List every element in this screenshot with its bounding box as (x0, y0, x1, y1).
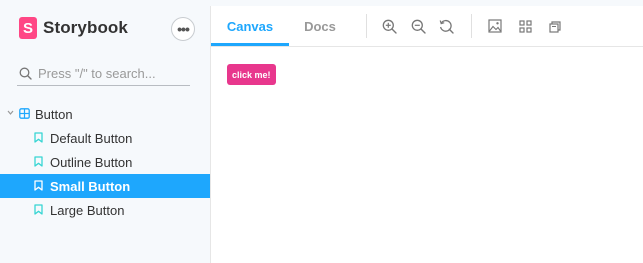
viewport-button[interactable] (546, 18, 562, 34)
grid-button[interactable] (517, 18, 533, 34)
reset-zoom-button[interactable] (438, 18, 454, 34)
viewport-icon (548, 20, 561, 33)
chevron-down-icon (7, 110, 14, 115)
bookmark-icon (34, 204, 43, 215)
storybook-logo-mark: S (19, 17, 37, 39)
preview-toolbar: Canvas Docs (211, 6, 643, 47)
sidebar-menu-button[interactable]: ••• (171, 17, 195, 41)
search-input[interactable] (38, 65, 188, 81)
grid-icon (518, 19, 532, 33)
story-item-outline-button[interactable]: Outline Button (0, 150, 210, 174)
tab-docs[interactable]: Docs (289, 6, 351, 46)
background-icon (488, 19, 502, 33)
bookmark-icon (34, 156, 43, 167)
demo-click-me-button[interactable]: click me! (227, 64, 276, 85)
bookmark-icon (34, 180, 43, 191)
storybook-logo-text: Storybook (43, 18, 128, 37)
zoom-in-icon (382, 19, 397, 34)
tree-group-button[interactable]: Button (0, 102, 210, 126)
story-canvas: click me! (211, 47, 643, 263)
toolbar-divider (471, 14, 472, 38)
story-item-label: Default Button (50, 131, 133, 146)
component-icon (19, 108, 30, 119)
storybook-logo[interactable]: S Storybook (19, 17, 128, 39)
tree-group-label: Button (35, 107, 73, 122)
zoom-out-button[interactable] (410, 18, 426, 34)
preview-panel: Canvas Docs click me! (210, 6, 643, 263)
story-item-large-button[interactable]: Large Button (0, 198, 210, 222)
background-button[interactable] (487, 18, 503, 34)
story-item-label: Small Button (50, 179, 131, 194)
story-item-small-button[interactable]: Small Button (0, 174, 210, 198)
sidebar: S Storybook ••• Button Default Button (0, 0, 210, 263)
story-item-label: Large Button (50, 203, 125, 218)
search-icon (19, 67, 32, 80)
tab-canvas[interactable]: Canvas (211, 6, 289, 46)
ellipsis-icon: ••• (177, 21, 190, 37)
story-item-label: Outline Button (50, 155, 133, 170)
zoom-out-icon (411, 19, 426, 34)
zoom-in-button[interactable] (381, 18, 397, 34)
story-item-default-button[interactable]: Default Button (0, 126, 210, 150)
bookmark-icon (34, 132, 43, 143)
search-bar[interactable] (17, 61, 190, 86)
toolbar-divider (366, 14, 367, 38)
reset-zoom-icon (439, 19, 454, 34)
